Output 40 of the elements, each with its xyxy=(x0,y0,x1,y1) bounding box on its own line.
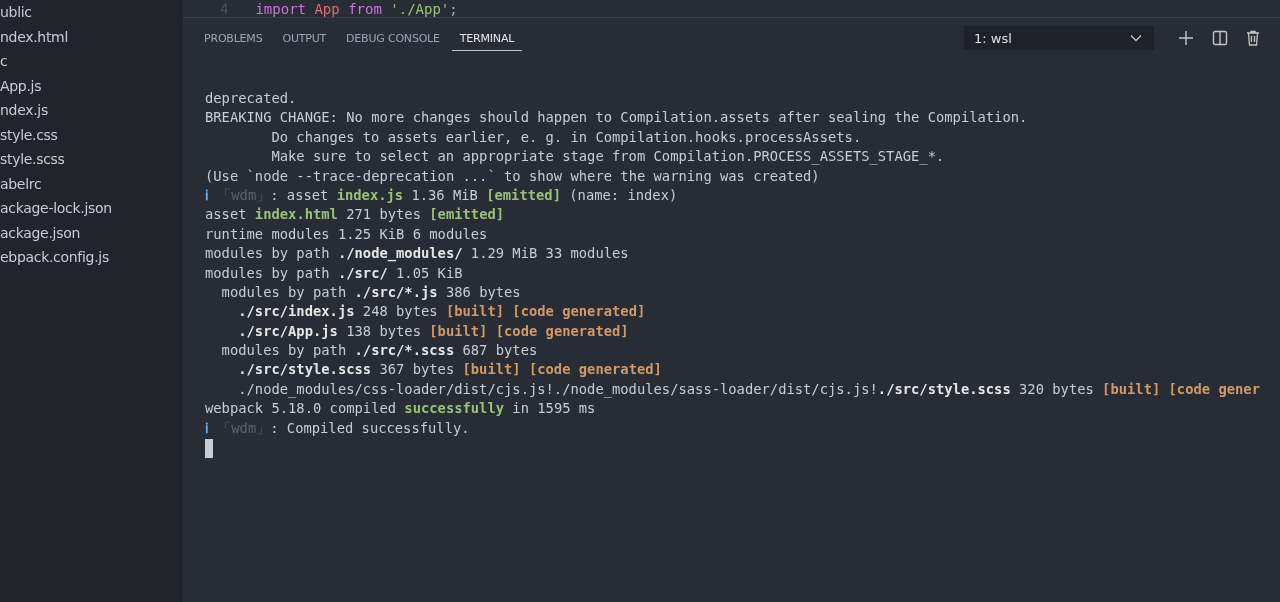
terminal-line: modules by path ./node_modules/ 1.29 MiB 33 modules xyxy=(205,244,630,264)
split-icon[interactable] xyxy=(1212,30,1228,46)
terminal-line: Do changes to assets earlier, e. g. in Compilation.hooks.processAssets. xyxy=(270,127,863,147)
file-item[interactable]: style.css xyxy=(0,125,183,150)
terminal-line: ./src/style.scss 367 bytes [built] [code generated] xyxy=(237,360,663,380)
terminal-cursor xyxy=(205,439,213,459)
file-item[interactable]: style.scss xyxy=(0,150,183,175)
terminal-line: modules by path ./src/*.scss 687 bytes xyxy=(220,341,539,361)
terminal-line: BREAKING CHANGE: No more changes should happen to Compilation.assets after sealing the Compilation. xyxy=(205,108,1029,128)
terminal-line: Make sure to select an appropriate stage from Compilation.PROCESS_ASSETS_STAGE_*. xyxy=(270,147,946,167)
file-item[interactable]: ackage-lock.json xyxy=(0,199,183,224)
panel-tab[interactable]: DEBUG CONSOLE xyxy=(338,25,448,51)
panel-tab[interactable]: OUTPUT xyxy=(274,25,335,51)
terminal-line: ℹ 「wdm」: asset index.js 1.36 MiB [emitted] (name: index) xyxy=(205,185,679,205)
panel-tab[interactable]: TERMINAL xyxy=(451,25,523,51)
terminal-line: ./node_modules/css-loader/dist/cjs.js!./node_modules/sass-loader/dist/cjs.js!./src/style.scss 320 bytes [built] [code gener xyxy=(237,379,1261,400)
plus-icon[interactable] xyxy=(1178,30,1194,46)
code-line: import App from './App'; xyxy=(255,1,458,17)
trash-icon[interactable] xyxy=(1246,30,1260,46)
terminal-line: deprecated. xyxy=(205,89,298,108)
file-item[interactable]: App.js xyxy=(0,76,183,101)
terminal-select[interactable]: 1: wsl xyxy=(964,26,1154,50)
terminal-line: runtime modules 1.25 KiB 6 modules xyxy=(205,224,489,244)
file-item[interactable]: ebpack.config.js xyxy=(0,248,183,273)
file-item[interactable]: ackage.json xyxy=(0,223,183,248)
file-item[interactable]: ndex.html xyxy=(0,27,183,52)
terminal-line: ./src/App.js 138 bytes [built] [code generated] xyxy=(237,321,630,341)
terminal-line: modules by path ./src/*.js 386 bytes xyxy=(220,282,522,302)
file-item[interactable]: c xyxy=(0,52,183,77)
terminal-line: asset index.html 271 bytes [emitted] xyxy=(205,205,506,225)
terminal-line: ./src/index.js 248 bytes [built] [code generated] xyxy=(237,302,647,322)
terminal-line: ℹ 「wdm」: Compiled successfully. xyxy=(205,418,471,438)
file-item[interactable]: abelrc xyxy=(0,174,183,199)
file-item[interactable]: ublic xyxy=(0,3,183,28)
chevron-down-icon xyxy=(1130,34,1142,42)
file-item[interactable]: ndex.js xyxy=(0,101,183,126)
terminal-line: modules by path ./src/ 1.05 KiB xyxy=(205,263,464,283)
panel-tab[interactable]: PROBLEMS xyxy=(196,25,271,51)
terminal-line: (Use `node --trace-deprecation ...` to show where the warning was created) xyxy=(205,166,821,186)
terminal-line: webpack 5.18.0 compiled successfully in 1595 ms xyxy=(205,399,597,419)
